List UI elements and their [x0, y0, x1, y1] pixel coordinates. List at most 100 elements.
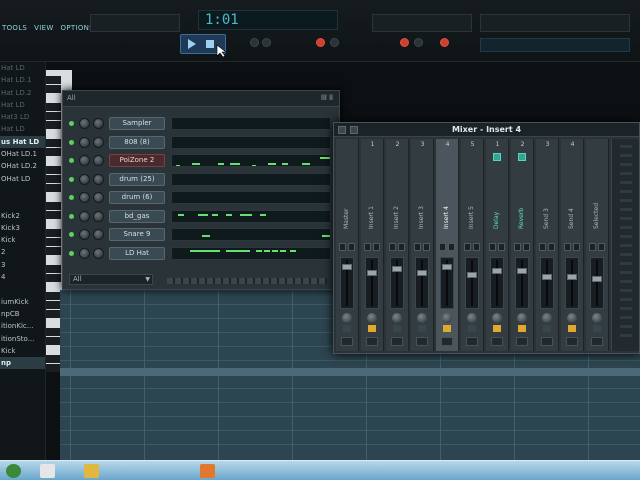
- channel-row[interactable]: Sampler: [69, 117, 335, 131]
- black-key[interactable]: [46, 328, 61, 336]
- channel-mute-led[interactable]: [69, 139, 74, 145]
- black-key[interactable]: [46, 310, 61, 318]
- insert-slot[interactable]: [620, 217, 632, 220]
- fader-cap[interactable]: [417, 270, 427, 276]
- mixer-strip[interactable]: 2 Insert 2: [386, 139, 409, 351]
- black-key[interactable]: [46, 148, 61, 156]
- tempo-panel[interactable]: [372, 14, 472, 32]
- snap-button[interactable]: [400, 38, 409, 47]
- black-key[interactable]: [46, 337, 61, 345]
- play-icon[interactable]: [187, 39, 197, 49]
- route-slot[interactable]: [516, 337, 528, 346]
- browser-item[interactable]: 4: [0, 271, 45, 283]
- channel-row[interactable]: 808 (8): [69, 135, 335, 150]
- volume-fader[interactable]: [390, 257, 404, 309]
- channel-row[interactable]: drum (6): [69, 191, 335, 205]
- insert-slot[interactable]: [620, 307, 632, 310]
- volume-fader[interactable]: [515, 257, 529, 309]
- solo-button[interactable]: [473, 243, 480, 251]
- insert-slot[interactable]: [620, 289, 632, 292]
- mixer-strip[interactable]: 2 Reverb: [511, 139, 534, 351]
- fader-cap[interactable]: [592, 276, 602, 282]
- browser-item[interactable]: OHat LD.1: [0, 148, 45, 160]
- mini-piano-roll[interactable]: [171, 246, 331, 260]
- solo-button[interactable]: [373, 243, 380, 251]
- solo-button[interactable]: [448, 243, 455, 251]
- pan-knob[interactable]: [93, 192, 104, 203]
- pattern-mode-button[interactable]: [250, 38, 259, 47]
- pan-knob[interactable]: [93, 136, 104, 148]
- channel-name-button[interactable]: PoiZone 2: [109, 154, 165, 167]
- volume-fader[interactable]: [365, 257, 379, 309]
- black-key[interactable]: [46, 103, 61, 111]
- browser-item[interactable]: Hat LD.1: [0, 74, 45, 86]
- black-key[interactable]: [46, 76, 61, 84]
- channel-mute-led[interactable]: [69, 121, 74, 126]
- browser-item[interactable]: OHat LD: [0, 173, 45, 185]
- mini-piano-roll[interactable]: [171, 135, 331, 149]
- pan-knob[interactable]: [342, 313, 352, 323]
- browser-item[interactable]: Hat LD: [0, 99, 45, 111]
- volume-knob[interactable]: [79, 192, 90, 203]
- mixer-strip[interactable]: 3 Send 3: [536, 139, 559, 351]
- blend-button[interactable]: [440, 38, 449, 47]
- solo-button[interactable]: [498, 243, 505, 251]
- insert-slot[interactable]: [620, 244, 632, 247]
- mute-button[interactable]: [414, 243, 421, 251]
- volume-knob[interactable]: [79, 210, 90, 222]
- volume-fader[interactable]: [465, 257, 479, 309]
- black-key[interactable]: [46, 301, 61, 309]
- stop-icon[interactable]: [205, 39, 215, 49]
- fader-cap[interactable]: [542, 274, 552, 280]
- black-key[interactable]: [46, 121, 61, 129]
- black-key[interactable]: [46, 274, 61, 282]
- insert-slot[interactable]: [620, 280, 632, 283]
- insert-slot[interactable]: [620, 235, 632, 238]
- browser-item[interactable]: itionSto...: [0, 333, 45, 345]
- insert-slot[interactable]: [620, 253, 632, 256]
- browser-item[interactable]: OHat LD.2: [0, 160, 45, 172]
- browser-item[interactable]: Kick: [0, 234, 45, 246]
- black-key[interactable]: [46, 175, 61, 183]
- mute-button[interactable]: [589, 243, 596, 251]
- volume-fader[interactable]: [565, 257, 579, 309]
- menu-tools[interactable]: TOOLS: [2, 24, 27, 38]
- mute-button[interactable]: [514, 243, 521, 251]
- record-button[interactable]: [316, 38, 325, 47]
- pan-knob[interactable]: [367, 313, 377, 323]
- insert-slot[interactable]: [620, 271, 632, 274]
- insert-slot[interactable]: [620, 154, 632, 157]
- insert-slot[interactable]: [620, 334, 632, 337]
- channel-rack-header[interactable]: All lll ll: [63, 91, 339, 107]
- pan-knob[interactable]: [392, 313, 402, 323]
- fx-enable-indicator[interactable]: [493, 325, 501, 332]
- pan-knob[interactable]: [517, 313, 527, 323]
- volume-knob[interactable]: [79, 155, 90, 166]
- step-sequencer-strip[interactable]: [167, 278, 327, 284]
- fader-cap[interactable]: [567, 274, 577, 280]
- channel-mute-led[interactable]: [69, 232, 74, 237]
- volume-knob[interactable]: [79, 136, 90, 148]
- browser-item[interactable]: npCB: [0, 308, 45, 320]
- plugin-icon[interactable]: [493, 153, 501, 161]
- pattern-selector[interactable]: [90, 14, 180, 32]
- mini-piano-roll[interactable]: [171, 209, 331, 223]
- mixer-strip[interactable]: 4 Send 4: [561, 139, 584, 351]
- route-slot[interactable]: [341, 337, 353, 346]
- pan-knob[interactable]: [93, 247, 104, 259]
- pan-knob[interactable]: [93, 118, 104, 129]
- browser-item[interactable]: Kick3: [0, 222, 45, 234]
- fx-enable-indicator[interactable]: [518, 325, 526, 332]
- song-mode-button[interactable]: [262, 38, 271, 47]
- volume-knob[interactable]: [79, 118, 90, 129]
- channel-row[interactable]: bd_gas: [69, 209, 335, 224]
- browser-item[interactable]: us Hat LD: [0, 135, 45, 149]
- browser-item[interactable]: Hat LD: [0, 123, 45, 135]
- browser-item[interactable]: [0, 197, 45, 209]
- black-key[interactable]: [46, 292, 61, 300]
- channel-filter-dropdown[interactable]: All ▼: [69, 274, 153, 285]
- insert-slot[interactable]: [620, 145, 632, 148]
- mute-button[interactable]: [564, 243, 571, 251]
- mixer-strip[interactable]: Selected: [586, 139, 609, 351]
- fx-enable-indicator[interactable]: [343, 325, 351, 332]
